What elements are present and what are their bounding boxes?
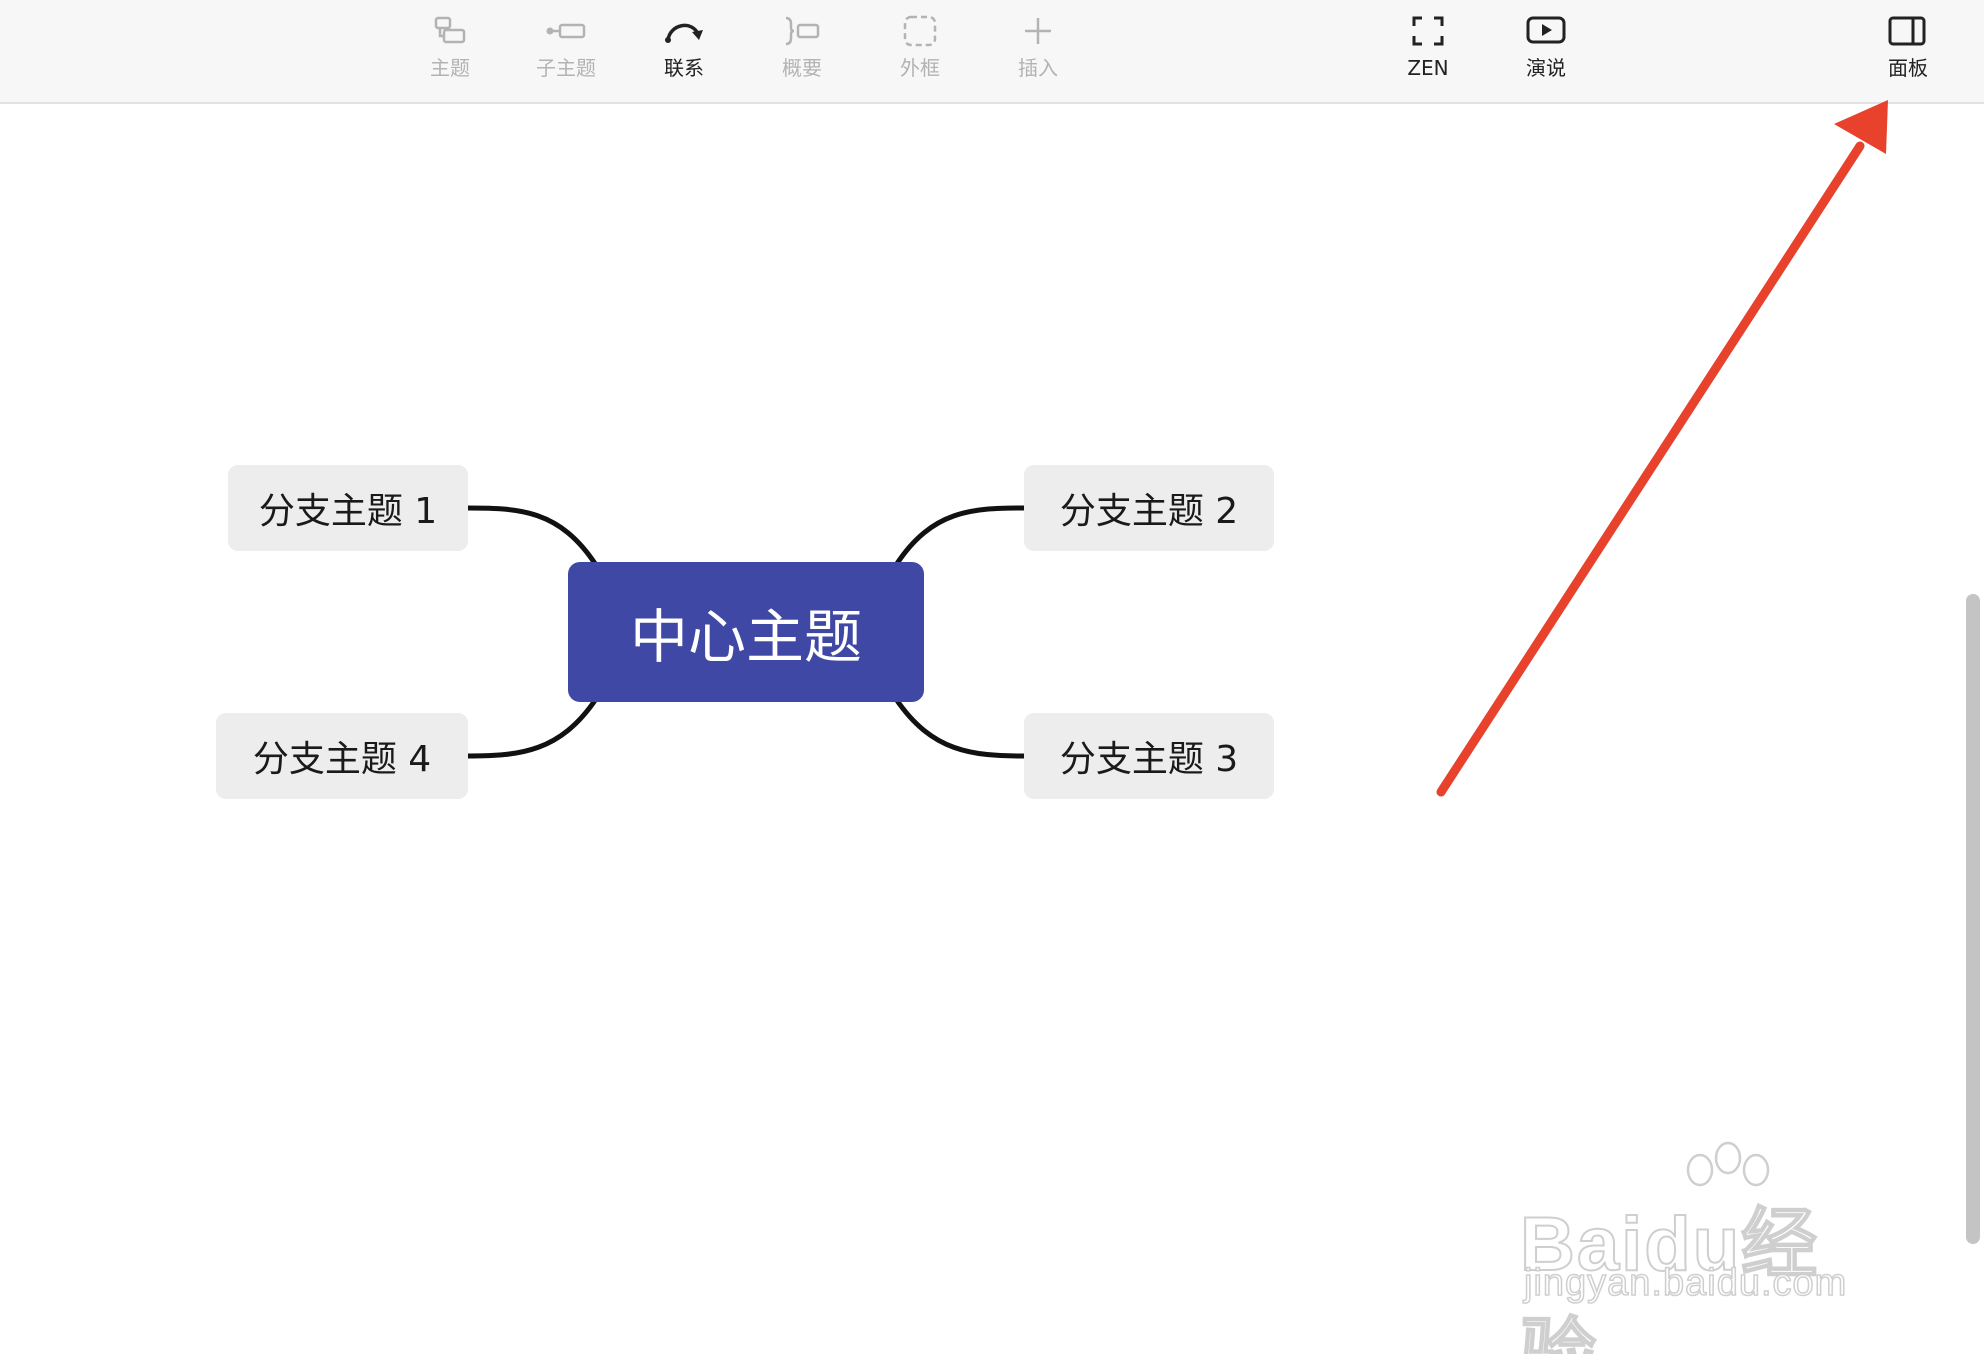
mindmap-editor: 主题 子主题 联系 概要 外框 插入 ZEN 演说 面板 中心主题 分支主题 1…: [0, 0, 1984, 1354]
baidu-watermark: Baidu经验 jingyan.baidu.com: [1519, 1140, 1880, 1354]
watermark-url: jingyan.baidu.com: [1523, 1261, 1848, 1305]
